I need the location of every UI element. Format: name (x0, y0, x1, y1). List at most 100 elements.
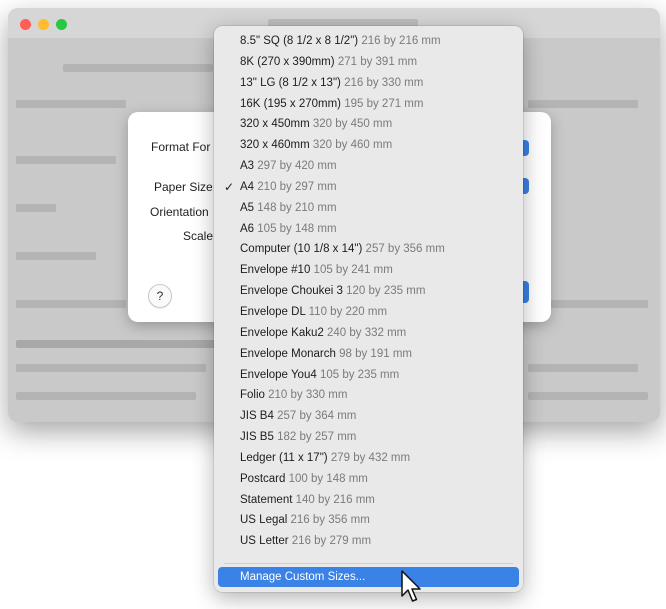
paper-size-item[interactable]: Envelope #10 105 by 241 mm (214, 260, 523, 281)
paper-size-popup-edge[interactable] (523, 178, 529, 194)
paper-size-list: 8.5" SQ (8 1/2 x 8 1/2") 216 by 216 mm 8K… (214, 31, 523, 552)
paper-size-dimensions: 182 by 257 mm (277, 431, 357, 444)
paper-size-item[interactable]: 320 x 460mm 320 by 460 mm (214, 135, 523, 156)
paper-size-dimensions: 105 by 148 mm (257, 222, 337, 235)
blurred-text (528, 364, 638, 372)
paper-size-item[interactable]: 16K (195 x 270mm) 195 by 271 mm (214, 94, 523, 115)
paper-size-item[interactable]: 8K (270 x 390mm) 271 by 391 mm (214, 52, 523, 73)
paper-size-dimensions: 257 by 364 mm (277, 410, 357, 423)
ok-button-edge[interactable] (523, 281, 529, 303)
paper-size-dimensions: 195 by 271 mm (344, 97, 424, 110)
paper-size-dimensions: 240 by 332 mm (326, 326, 407, 339)
paper-size-name: Envelope Choukei 3 (240, 285, 343, 298)
paper-size-item[interactable]: Envelope You4 105 by 235 mm (214, 365, 523, 386)
paper-size-dimensions: 100 by 148 mm (288, 472, 368, 485)
paper-size-name: A4 (240, 180, 255, 193)
paper-size-name: Envelope #10 (240, 264, 311, 277)
paper-size-dimensions: 320 by 460 mm (312, 139, 393, 152)
menu-separator (224, 563, 513, 564)
format-for-label: Format For (151, 140, 211, 154)
paper-size-name: Postcard (240, 472, 286, 485)
paper-size-dimensions: 216 by 279 mm (291, 535, 372, 548)
paper-size-name: US Legal (240, 514, 288, 527)
paper-size-dimensions: 271 by 391 mm (337, 55, 418, 68)
blurred-text (16, 392, 196, 400)
paper-size-dimensions: 140 by 216 mm (295, 493, 375, 506)
paper-size-item[interactable]: 13" LG (8 1/2 x 13") 216 by 330 mm (214, 73, 523, 94)
paper-size-dimensions: 148 by 210 mm (257, 201, 337, 214)
paper-size-item[interactable]: A5 148 by 210 mm (214, 198, 523, 219)
paper-size-name: Envelope Monarch (240, 347, 336, 360)
format-for-popup-edge[interactable] (523, 140, 529, 156)
paper-size-name: Envelope Kaku2 (240, 326, 324, 339)
maximize-window-button[interactable] (56, 19, 67, 30)
paper-size-dimensions: 105 by 235 mm (319, 368, 400, 381)
help-button[interactable]: ? (148, 284, 172, 308)
paper-size-name: 320 x 450mm (240, 118, 310, 131)
paper-size-name: Envelope DL (240, 305, 306, 318)
paper-size-name: A5 (240, 201, 255, 214)
paper-size-item[interactable]: 320 x 450mm 320 by 450 mm (214, 114, 523, 135)
close-window-button[interactable] (20, 19, 31, 30)
paper-size-name: 13" LG (8 1/2 x 13") (240, 76, 341, 89)
paper-size-name: Envelope You4 (240, 368, 317, 381)
paper-size-item[interactable]: 8.5" SQ (8 1/2 x 8 1/2") 216 by 216 mm (214, 31, 523, 52)
paper-size-item[interactable]: US Letter 216 by 279 mm (214, 531, 523, 552)
paper-size-name: US Letter (240, 535, 289, 548)
blurred-text (528, 100, 638, 108)
minimize-window-button[interactable] (38, 19, 49, 30)
paper-size-name: JIS B4 (240, 410, 274, 423)
paper-size-item[interactable]: Envelope Kaku2 240 by 332 mm (214, 323, 523, 344)
paper-size-item[interactable]: ✓ A4 210 by 297 mm (214, 177, 523, 198)
blurred-text (63, 64, 213, 72)
paper-size-name: Statement (240, 493, 293, 506)
paper-size-item[interactable]: A3 297 by 420 mm (214, 156, 523, 177)
paper-size-item[interactable]: JIS B4 257 by 364 mm (214, 406, 523, 427)
paper-size-dimensions: 297 by 420 mm (257, 160, 337, 173)
paper-size-dimensions: 210 by 330 mm (268, 389, 348, 402)
paper-size-dimensions: 210 by 297 mm (257, 180, 337, 193)
blurred-text (528, 392, 648, 400)
paper-size-item[interactable]: Postcard 100 by 148 mm (214, 469, 523, 490)
blurred-text (16, 100, 126, 108)
paper-size-label: Paper Size (154, 180, 213, 194)
paper-size-dimensions: 120 by 235 mm (346, 285, 426, 298)
paper-size-dimensions: 279 by 432 mm (330, 451, 411, 464)
paper-size-name: 8.5" SQ (8 1/2 x 8 1/2") (240, 35, 359, 47)
paper-size-dimensions: 320 by 450 mm (312, 118, 393, 131)
mouse-cursor-icon (401, 570, 421, 602)
paper-size-name: Ledger (11 x 17") (240, 451, 328, 464)
paper-size-item[interactable]: Computer (10 1/8 x 14") 257 by 356 mm (214, 239, 523, 260)
orientation-label: Orientation (150, 205, 209, 219)
paper-size-menu: 8.5" SQ (8 1/2 x 8 1/2") 216 by 216 mm 8K… (214, 26, 523, 592)
paper-size-name: A6 (240, 222, 255, 235)
paper-size-name: 16K (195 x 270mm) (240, 97, 341, 110)
blurred-text (16, 252, 96, 260)
blurred-text (16, 204, 56, 212)
paper-size-name: Folio (240, 389, 265, 402)
paper-size-item[interactable]: A6 105 by 148 mm (214, 219, 523, 240)
paper-size-name: Computer (10 1/8 x 14") (240, 243, 363, 256)
paper-size-dimensions: 216 by 216 mm (361, 35, 441, 47)
blurred-text (16, 340, 216, 348)
paper-size-dimensions: 105 by 241 mm (313, 264, 393, 277)
paper-size-name: A3 (240, 160, 255, 173)
paper-size-name: JIS B5 (240, 431, 274, 444)
paper-size-dimensions: 216 by 330 mm (344, 76, 424, 89)
paper-size-item[interactable]: Envelope DL 110 by 220 mm (214, 302, 523, 323)
paper-size-item[interactable]: Envelope Monarch 98 by 191 mm (214, 344, 523, 365)
paper-size-name: 8K (270 x 390mm) (240, 55, 335, 68)
paper-size-item[interactable]: Envelope Choukei 3 120 by 235 mm (214, 281, 523, 302)
paper-size-item[interactable]: Ledger (11 x 17") 279 by 432 mm (214, 448, 523, 469)
blurred-text (16, 364, 206, 372)
paper-size-dimensions: 110 by 220 mm (308, 305, 388, 318)
paper-size-item[interactable]: Statement 140 by 216 mm (214, 490, 523, 511)
paper-size-dimensions: 216 by 356 mm (290, 514, 370, 527)
paper-size-item[interactable]: Folio 210 by 330 mm (214, 385, 523, 406)
paper-size-dimensions: 98 by 191 mm (339, 347, 412, 360)
manage-custom-sizes-item[interactable]: Manage Custom Sizes... (218, 567, 519, 587)
paper-size-item[interactable]: JIS B5 182 by 257 mm (214, 427, 523, 448)
scale-label: Scale (183, 229, 214, 243)
blurred-text (16, 300, 126, 308)
paper-size-item[interactable]: US Legal 216 by 356 mm (214, 510, 523, 531)
